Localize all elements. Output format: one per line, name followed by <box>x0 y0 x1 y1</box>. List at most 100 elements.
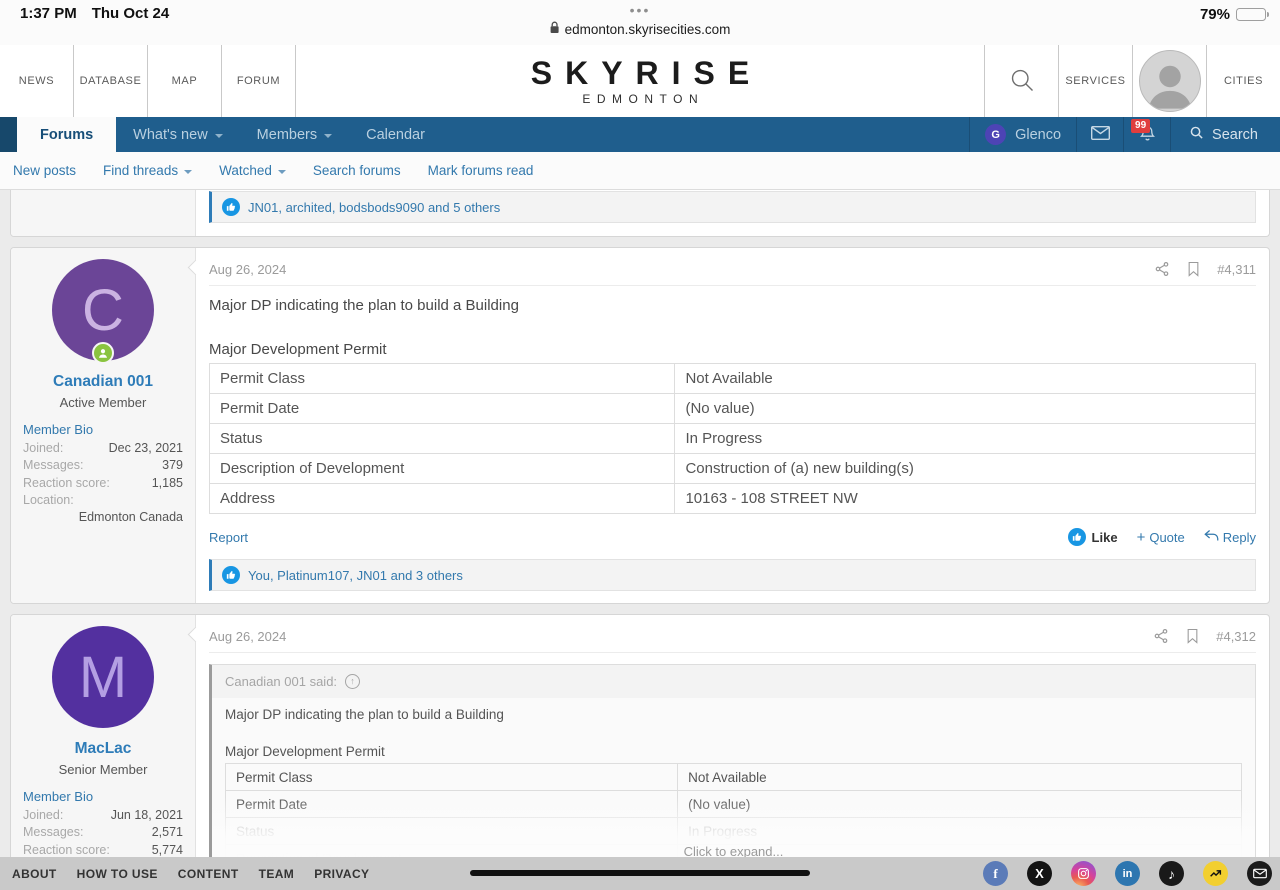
lock-icon <box>550 21 560 37</box>
bookmark-icon[interactable] <box>1187 261 1200 277</box>
author-title: Active Member <box>23 395 183 410</box>
chevron-down-icon <box>278 170 286 174</box>
sub-nav: New posts Find threads Watched Search fo… <box>0 152 1280 190</box>
status-time: 1:37 PM <box>20 5 77 22</box>
home-indicator[interactable] <box>470 870 810 876</box>
table-cell-value: Construction of (a) new building(s) <box>675 454 1256 484</box>
inbox-button[interactable] <box>1077 117 1123 152</box>
avatar[interactable]: C <box>52 259 154 361</box>
table-cell-value: Not Available <box>678 764 1242 791</box>
reply-arrow-icon <box>1204 529 1219 545</box>
post-meta-row: Aug 26, 2024 #4,312 <box>209 622 1256 653</box>
author-name[interactable]: Canadian 001 <box>23 373 183 391</box>
multitasking-dots-icon[interactable]: ••• <box>630 2 651 18</box>
table-cell-label: Description of Development <box>210 454 675 484</box>
header-nav-services[interactable]: SERVICES <box>1058 45 1132 117</box>
click-to-expand[interactable]: Click to expand... <box>212 844 1255 857</box>
subnav-new-posts[interactable]: New posts <box>13 163 76 178</box>
subnav-find-threads[interactable]: Find threads <box>103 163 192 178</box>
quoted-body-text: Major DP indicating the plan to build a … <box>225 707 1242 722</box>
logo-title: SKYRISE <box>518 57 762 89</box>
bookmark-icon[interactable] <box>1186 628 1199 644</box>
chevron-down-icon <box>215 134 223 138</box>
alerts-button[interactable]: 99 <box>1124 117 1170 152</box>
table-cell-label: Status <box>210 424 675 454</box>
linkedin-icon[interactable]: in <box>1115 861 1140 886</box>
footer-link-privacy[interactable]: PRIVACY <box>314 867 369 881</box>
main-nav: Forums What's new Members Calendar G Gle… <box>0 117 1280 152</box>
post-date[interactable]: Aug 26, 2024 <box>209 262 286 277</box>
like-button[interactable]: Like <box>1068 528 1118 546</box>
avatar[interactable]: M <box>52 626 154 728</box>
post-partial-sidebar <box>11 190 196 236</box>
stat-value: 1,185 <box>152 475 183 492</box>
tab-members[interactable]: Members <box>240 117 349 152</box>
alert-count-badge: 99 <box>1131 119 1150 133</box>
quote-button[interactable]: +Quote <box>1137 530 1185 545</box>
header-nav-database[interactable]: DATABASE <box>74 45 148 117</box>
report-button[interactable]: Report <box>209 530 248 545</box>
tab-calendar[interactable]: Calendar <box>349 117 442 152</box>
table-row: Permit Date(No value) <box>210 394 1256 424</box>
quote-block: Canadian 001 said: ↑ Major DP indicating… <box>209 664 1256 857</box>
subnav-watched[interactable]: Watched <box>219 163 286 178</box>
x-twitter-icon[interactable]: X <box>1027 861 1052 886</box>
facebook-icon[interactable]: f <box>983 861 1008 886</box>
header-account-button[interactable] <box>1132 45 1206 117</box>
header-search-button[interactable] <box>984 45 1058 117</box>
battery-status: 79% <box>1200 6 1266 23</box>
instagram-icon[interactable] <box>1071 861 1096 886</box>
reactions-bar[interactable]: JN01, archited, bodsbods9090 and 5 other… <box>209 191 1256 223</box>
quote-label: Quote <box>1149 530 1184 545</box>
reactions-bar[interactable]: You, Platinum107, JN01 and 3 others <box>209 559 1256 591</box>
post-actions-row: Report Like +Quote Reply <box>209 528 1256 546</box>
stat-value: Dec 23, 2021 <box>109 440 183 457</box>
subnav-mark-forums-read[interactable]: Mark forums read <box>428 163 534 178</box>
stat-value: 5,774 <box>152 842 183 858</box>
email-icon[interactable] <box>1247 861 1272 886</box>
footer-link-content[interactable]: CONTENT <box>178 867 239 881</box>
tab-whats-new[interactable]: What's new <box>116 117 240 152</box>
share-icon[interactable] <box>1154 261 1170 277</box>
post-number[interactable]: #4,311 <box>1217 262 1256 277</box>
header-nav-cities[interactable]: CITIES <box>1206 45 1280 117</box>
header-nav-news[interactable]: NEWS <box>0 45 74 117</box>
trending-icon[interactable] <box>1203 861 1228 886</box>
site-logo[interactable]: SKYRISE EDMONTON <box>296 45 984 117</box>
subnav-find-threads-label: Find threads <box>103 163 178 178</box>
header-nav-map[interactable]: MAP <box>148 45 222 117</box>
member-bio-link[interactable]: Member Bio <box>23 789 183 804</box>
post-number[interactable]: #4,312 <box>1216 629 1256 644</box>
stat-value: Jun 18, 2021 <box>111 807 183 824</box>
footer-links: ABOUT HOW TO USE CONTENT TEAM PRIVACY <box>12 867 369 881</box>
quote-header[interactable]: Canadian 001 said: ↑ <box>212 665 1255 698</box>
reply-button[interactable]: Reply <box>1204 529 1256 545</box>
avatar-initial: C <box>82 277 124 344</box>
footer-link-team[interactable]: TEAM <box>259 867 295 881</box>
tab-forums[interactable]: Forums <box>17 117 116 152</box>
footer-link-about[interactable]: ABOUT <box>12 867 57 881</box>
permit-table-title: Major Development Permit <box>209 341 1256 358</box>
post-4311-main: Aug 26, 2024 #4,311 Major DP indicating … <box>196 248 1269 603</box>
post-4311-sidebar: C Canadian 001 Active Member Member Bio … <box>11 248 196 603</box>
tiktok-icon[interactable]: ♪ <box>1159 861 1184 886</box>
nav-left-stub <box>0 117 17 152</box>
share-icon[interactable] <box>1153 628 1169 644</box>
address-bar[interactable]: edmonton.skyrisecities.com <box>550 21 731 37</box>
footer-link-how-to-use[interactable]: HOW TO USE <box>77 867 158 881</box>
like-icon <box>222 198 240 216</box>
user-avatar: G <box>985 124 1006 145</box>
member-bio-link[interactable]: Member Bio <box>23 422 183 437</box>
quoted-table-title: Major Development Permit <box>225 744 1242 759</box>
author-name[interactable]: MacLac <box>23 740 183 758</box>
header-nav-forum[interactable]: FORUM <box>222 45 296 117</box>
post-date[interactable]: Aug 26, 2024 <box>209 629 286 644</box>
nav-search-button[interactable]: Search <box>1171 117 1280 152</box>
subnav-search-forums[interactable]: Search forums <box>313 163 401 178</box>
user-menu[interactable]: G Glenco <box>970 117 1076 152</box>
stat-location-value[interactable]: Edmonton Canada <box>23 509 183 526</box>
stat-label: Messages: <box>23 457 83 474</box>
post-meta-row: Aug 26, 2024 #4,311 <box>209 255 1256 286</box>
tab-members-label: Members <box>257 127 317 143</box>
search-icon <box>1008 66 1036 97</box>
